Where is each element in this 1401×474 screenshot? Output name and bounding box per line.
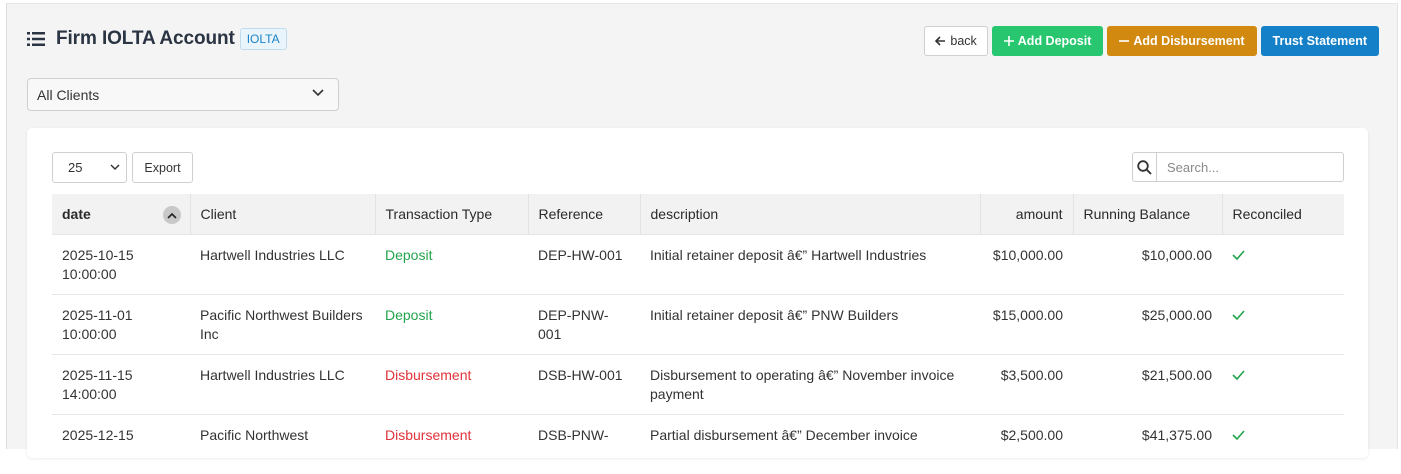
check-icon (1232, 249, 1245, 260)
table-row: 2025-10-15 10:00:00 Hartwell Industries … (52, 233, 1344, 294)
search-button[interactable] (1133, 153, 1157, 181)
check-icon (1232, 429, 1245, 440)
chevron-up-icon (162, 206, 181, 224)
cell-date: 2025-11-01 10:00:00 (52, 293, 190, 354)
cell-transaction-type: Deposit (375, 293, 528, 354)
chevron-down-icon (312, 89, 324, 97)
cell-description: Initial retainer deposit â€” Hartwell In… (640, 233, 980, 294)
chevron-down-icon (110, 164, 120, 171)
search-box (1132, 152, 1344, 182)
cell-description: Disbursement to operating â€” November i… (640, 353, 980, 414)
title-wrap: Firm IOLTA Account IOLTA (27, 28, 287, 50)
cell-client: Hartwell Industries LLC (190, 353, 375, 414)
add-deposit-label: Add Deposit (1017, 34, 1092, 48)
cell-amount: $2,500.00 (980, 413, 1073, 474)
table-header-row: date Client Transaction Type Reference d… (52, 194, 1344, 234)
cell-date: 2025-11-15 14:00:00 (52, 353, 190, 414)
table-row: 2025-11-15 14:00:00 Hartwell Industries … (52, 353, 1344, 414)
account-type-badge: IOLTA (239, 28, 287, 50)
cell-reference: DEP-HW-001 (528, 233, 640, 294)
transactions-card: 25 Export date Client Transaction Type (27, 128, 1368, 474)
cell-client: Hartwell Industries LLC (190, 233, 375, 294)
cell-transaction-type: Disbursement (375, 413, 528, 474)
cell-amount: $3,500.00 (980, 353, 1073, 414)
cell-amount: $10,000.00 (980, 233, 1073, 294)
check-icon (1232, 309, 1245, 320)
col-header-description[interactable]: description (640, 194, 981, 234)
cell-date: 2025-10-15 10:00:00 (52, 233, 190, 294)
cell-running-balance: $25,000.00 (1073, 293, 1222, 354)
trust-statement-button[interactable]: Trust Statement (1260, 26, 1379, 56)
minus-icon (1119, 40, 1130, 42)
add-disbursement-label: Add Disbursement (1133, 34, 1245, 48)
cell-amount: $15,000.00 (980, 293, 1073, 354)
col-header-reference[interactable]: Reference (528, 194, 641, 234)
arrow-left-icon (935, 36, 946, 46)
col-header-amount[interactable]: amount (980, 194, 1074, 234)
page-length-value: 25 (68, 160, 83, 175)
cell-running-balance: $10,000.00 (1073, 233, 1222, 294)
client-filter-value: All Clients (37, 86, 100, 103)
search-icon (1137, 159, 1152, 175)
export-button[interactable]: Export (132, 152, 193, 183)
cell-running-balance: $21,500.00 (1073, 353, 1222, 414)
cell-reference: DSB-HW-001 (528, 353, 640, 414)
plus-icon (1003, 36, 1014, 46)
page-title: Firm IOLTA Account (56, 28, 235, 49)
cell-reference: DSB-PNW- (528, 413, 640, 474)
cell-transaction-type: Disbursement (375, 353, 528, 414)
search-input[interactable] (1157, 153, 1343, 181)
cell-reconciled (1222, 233, 1344, 294)
table-row: 2025-12-15 Pacific Northwest Disbursemen… (52, 413, 1344, 474)
check-icon (1232, 369, 1245, 380)
page-header: Firm IOLTA Account IOLTA back Add Deposi… (27, 26, 1379, 58)
col-header-client[interactable]: Client (190, 194, 376, 234)
col-header-running-balance[interactable]: Running Balance (1073, 194, 1223, 234)
list-icon (27, 32, 45, 46)
trust-statement-label: Trust Statement (1272, 34, 1367, 48)
col-header-date-label: date (62, 205, 91, 222)
page-length-select[interactable]: 25 (52, 152, 127, 183)
cell-transaction-type: Deposit (375, 233, 528, 294)
add-deposit-button[interactable]: Add Deposit (991, 26, 1104, 56)
client-filter-select[interactable]: All Clients (27, 78, 339, 111)
cell-description: Initial retainer deposit â€” PNW Builder… (640, 293, 980, 354)
cell-reconciled (1222, 293, 1344, 354)
back-label: back (950, 34, 977, 48)
cell-reconciled (1222, 413, 1344, 474)
cell-description: Partial disbursement â€” December invoic… (640, 413, 980, 474)
cell-client: Pacific Northwest Builders Inc (190, 293, 375, 354)
cell-client: Pacific Northwest (190, 413, 375, 474)
cell-reference: DEP-PNW-001 (528, 293, 640, 354)
header-actions: back Add Deposit Add Disbursement Trust … (924, 26, 1379, 56)
col-header-date[interactable]: date (52, 194, 191, 234)
cell-date: 2025-12-15 (52, 413, 190, 474)
add-disbursement-button[interactable]: Add Disbursement (1107, 26, 1257, 56)
table-row: 2025-11-01 10:00:00 Pacific Northwest Bu… (52, 293, 1344, 354)
back-button[interactable]: back (924, 26, 988, 56)
cell-reconciled (1222, 353, 1344, 414)
transactions-table: date Client Transaction Type Reference d… (52, 194, 1344, 474)
col-header-reconciled[interactable]: Reconciled (1222, 194, 1344, 234)
cell-running-balance: $41,375.00 (1073, 413, 1222, 474)
col-header-transaction-type[interactable]: Transaction Type (375, 194, 529, 234)
